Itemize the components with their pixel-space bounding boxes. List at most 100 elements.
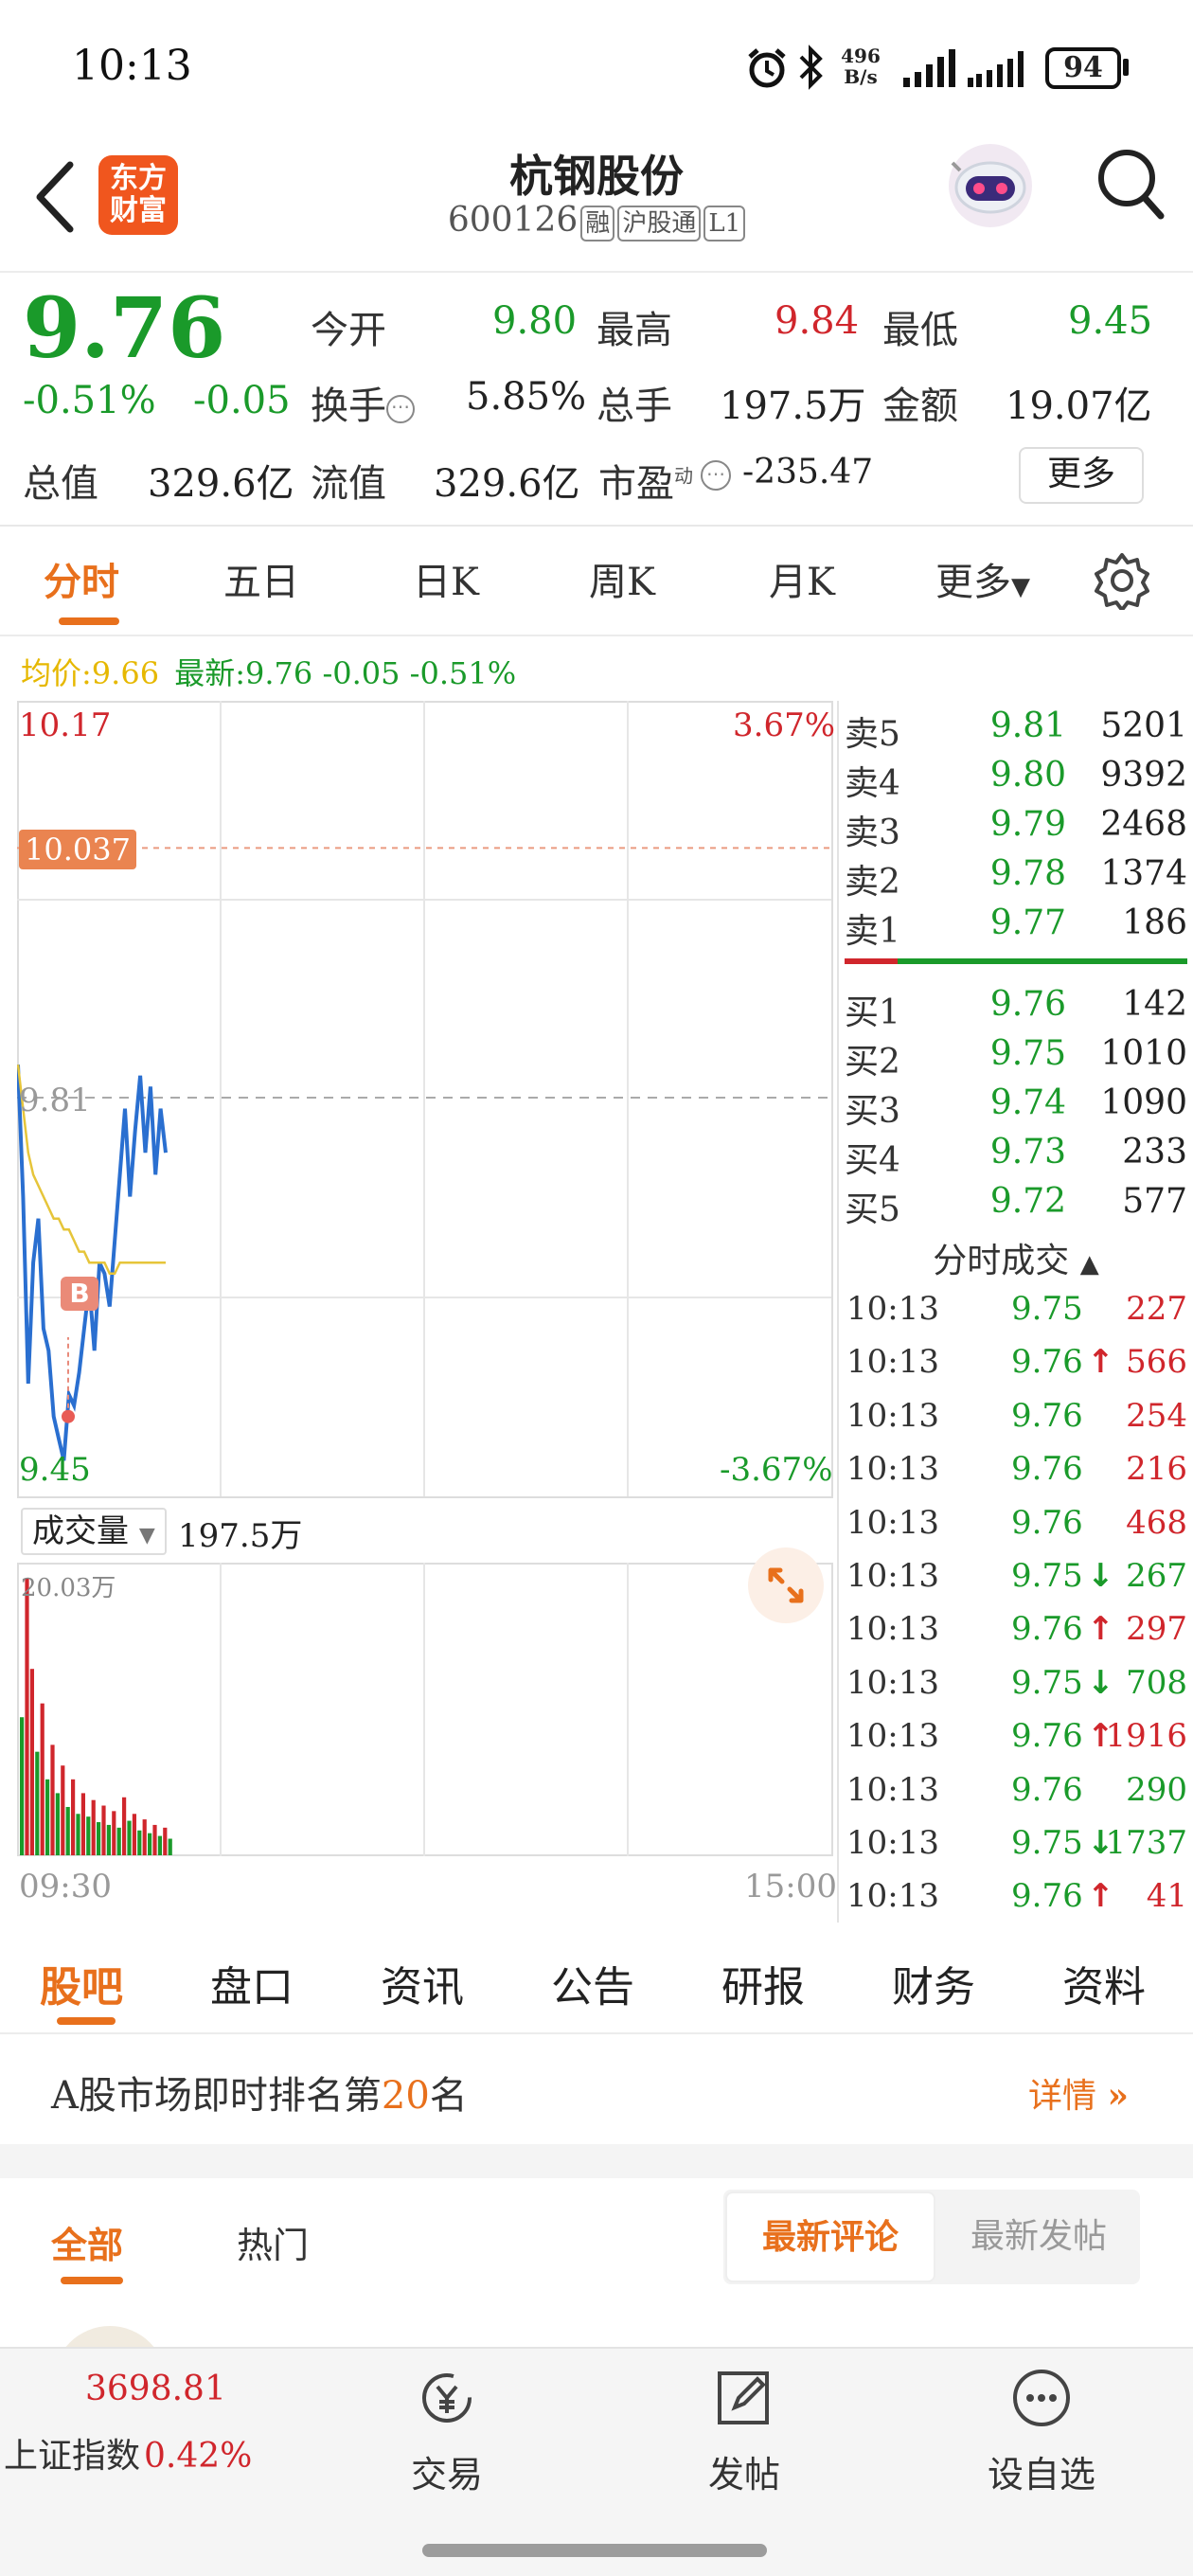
trade-volume: 227	[1126, 1290, 1187, 1328]
battery-icon: 94	[1045, 47, 1121, 89]
bid-price: 9.72	[989, 1182, 1066, 1221]
trade-price: 9.76	[1011, 1343, 1083, 1382]
trade-price: 9.76	[1011, 1610, 1083, 1649]
ask-row[interactable]: 卖4 9.80 9392	[845, 752, 1187, 803]
ask-row[interactable]: 卖3 9.79 2468	[845, 801, 1187, 852]
total-value-label: 总值	[23, 462, 98, 506]
cat-forum[interactable]: 股吧	[40, 1953, 123, 2013]
nav-trade[interactable]: 交易	[371, 2368, 523, 2497]
trade-price: 9.75	[1011, 1290, 1083, 1328]
trade-volume: 566	[1126, 1343, 1187, 1382]
trades-title[interactable]: 分时成交 ▲	[845, 1233, 1187, 1282]
volume-grid	[220, 1563, 629, 1856]
trade-row: 10:13 9.76 ↑ 566	[845, 1337, 1187, 1390]
tab-week-k[interactable]: 周K	[589, 551, 655, 606]
ask-label: 卖4	[845, 764, 900, 803]
bid-price: 9.73	[989, 1133, 1066, 1172]
ask-volume: 1374	[1100, 854, 1187, 893]
cat-announcement[interactable]: 公告	[551, 1953, 634, 2013]
cat-profile[interactable]: 资料	[1062, 1953, 1146, 2013]
bid-volume: 233	[1122, 1133, 1187, 1172]
nav-add-watchlist[interactable]: 设自选	[966, 2368, 1117, 2497]
ranking-detail-link[interactable]: 详情 »	[1028, 2068, 1129, 2118]
home-indicator[interactable]	[422, 2544, 767, 2557]
ask-row[interactable]: 卖2 9.78 1374	[845, 850, 1187, 902]
latest-value: 9.76 -0.05 -0.51%	[245, 655, 517, 691]
volume-chart[interactable]	[17, 1563, 833, 1858]
bid-volume: 577	[1122, 1182, 1187, 1221]
bid-row[interactable]: 买3 9.74 1090	[845, 1080, 1187, 1131]
ask-row[interactable]: 卖1 9.77 186	[845, 900, 1187, 951]
tab-more[interactable]: 更多▼	[935, 551, 1030, 606]
dropdown-triangle-icon: ▼	[1011, 573, 1030, 601]
trade-direction-icon: ↓	[1087, 1663, 1114, 1702]
cat-research[interactable]: 研报	[721, 1953, 805, 2013]
feed-tab-all[interactable]: 全部	[51, 2216, 123, 2268]
section-gap	[0, 2144, 1193, 2178]
net-speed: 496 B/s	[841, 45, 881, 88]
pe-info-icon[interactable]: ⋯	[701, 460, 731, 491]
ask-row[interactable]: 卖5 9.81 5201	[845, 703, 1187, 754]
nav-post[interactable]: 发帖	[668, 2368, 820, 2497]
cat-news[interactable]: 资讯	[381, 1953, 464, 2013]
tab-day-k[interactable]: 日K	[413, 551, 479, 606]
trade-direction-icon: ↑	[1087, 1343, 1114, 1382]
more-button[interactable]: 更多	[1019, 447, 1144, 504]
edit-post-icon	[718, 2371, 769, 2424]
bid-row[interactable]: 买5 9.72 577	[845, 1178, 1187, 1229]
buy-marker[interactable]: B	[61, 1277, 98, 1311]
trade-time: 10:13	[846, 1824, 939, 1862]
index-line[interactable]: 上证指数 0.42%	[4, 2428, 252, 2478]
bid-row[interactable]: 买4 9.73 233	[845, 1129, 1187, 1180]
tab-five-day[interactable]: 五日	[223, 551, 299, 606]
index-value[interactable]: 3698.81	[85, 2370, 226, 2408]
volume-bar	[25, 1579, 29, 1855]
volume-selector[interactable]: 成交量 ▼	[21, 1508, 167, 1555]
prev-close-label: 9.81	[19, 1082, 91, 1119]
cat-finance[interactable]: 财务	[892, 1953, 975, 2013]
trade-row: 10:13 9.76 ↑ 297	[845, 1604, 1187, 1657]
pct-axis-top: 3.67%	[733, 707, 836, 744]
alarm-icon	[748, 48, 786, 88]
sort-latest-comment[interactable]: 最新评论	[725, 2191, 935, 2282]
back-arrow-icon[interactable]	[32, 159, 80, 235]
trade-time: 10:13	[846, 1450, 939, 1489]
volume-bar	[91, 1799, 96, 1855]
gear-icon[interactable]	[1093, 551, 1151, 610]
tab-indicator	[59, 617, 119, 625]
volume-bar	[163, 1827, 168, 1855]
ask-price: 9.81	[989, 707, 1066, 745]
more-dots-icon	[1013, 2370, 1070, 2426]
expand-button[interactable]	[748, 1547, 824, 1623]
tab-intraday[interactable]: 分时	[44, 551, 119, 606]
trade-time: 10:13	[846, 1663, 939, 1702]
change-percent: -0.51%	[23, 379, 156, 422]
turnover-label: 换手 ⋯	[311, 375, 415, 430]
robot-assistant-icon[interactable]	[943, 138, 1038, 233]
pe-value: -235.47	[742, 453, 874, 492]
trade-row: 10:13 9.76 468	[845, 1498, 1187, 1551]
tab-month-k[interactable]: 月K	[769, 551, 835, 606]
cat-handicap[interactable]: 盘口	[210, 1953, 294, 2013]
ranking-bar[interactable]: A股市场即时排名第20名 详情 »	[0, 2034, 1193, 2144]
volume-bar	[71, 1779, 76, 1855]
panel-divider	[837, 701, 839, 1923]
trade-price: 9.75	[1011, 1824, 1083, 1862]
feed-tab-hot[interactable]: 热门	[237, 2216, 309, 2268]
info-dots-icon[interactable]: ⋯	[386, 395, 415, 423]
time-axis-end: 15:00	[744, 1868, 837, 1905]
intraday-price-chart[interactable]	[17, 701, 833, 1500]
bid-volume: 1090	[1100, 1083, 1187, 1122]
trade-volume: 708	[1126, 1663, 1187, 1702]
bid-row[interactable]: 买1 9.76 142	[845, 981, 1187, 1032]
bid-label: 买3	[845, 1092, 900, 1131]
bid-row[interactable]: 买2 9.75 1010	[845, 1030, 1187, 1082]
trade-direction-icon: ↑	[1087, 1877, 1114, 1916]
bottom-bar: 3698.81 上证指数 0.42% 交易 发帖 设自选	[0, 2347, 1193, 2576]
sort-latest-post[interactable]: 最新发帖	[939, 2191, 1138, 2282]
content-categories: 股吧 盘口 资讯 公告 研报 财务 资料	[0, 1923, 1193, 2034]
search-icon[interactable]	[1095, 144, 1166, 225]
bluetooth-icon	[799, 45, 823, 90]
time-axis-start: 09:30	[19, 1868, 112, 1905]
trade-volume: 1916	[1105, 1717, 1187, 1756]
